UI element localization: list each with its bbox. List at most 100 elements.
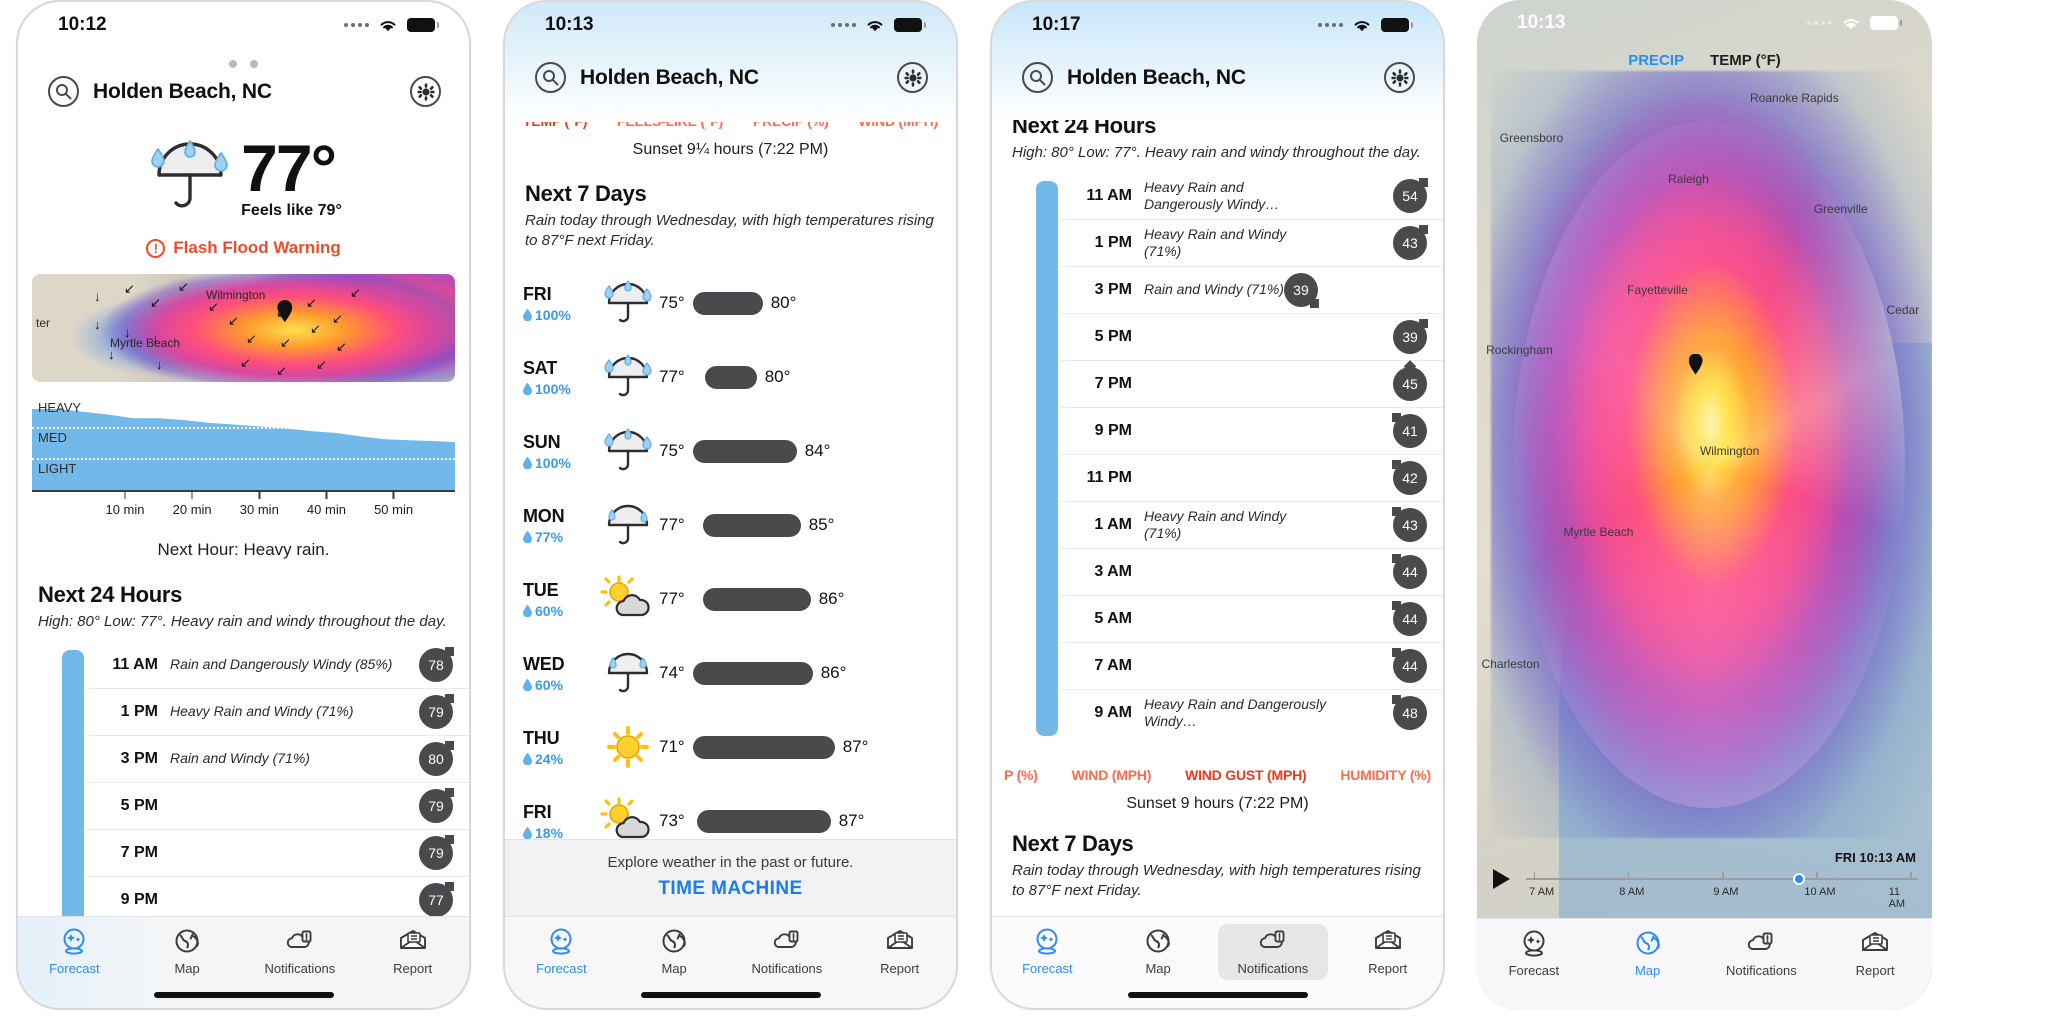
next-7-summary: Rain today through Wednesday, with high …	[1012, 862, 1421, 899]
current-temp-block: 77° Feels like 79°	[241, 135, 342, 220]
table-row[interactable]: 11 AM Rain and Dangerously Windy (85%) 7…	[86, 642, 469, 689]
high-temp: 80°	[764, 367, 791, 386]
battery-icon	[1381, 18, 1413, 32]
list-item[interactable]: THU 24% 71° 87°	[523, 710, 938, 784]
hour-value-badge: 39	[1283, 272, 1319, 308]
search-icon[interactable]	[535, 62, 566, 93]
layer-tab-precip[interactable]: PRECIP	[1628, 52, 1684, 69]
temp-range-bar: 74° 86°	[659, 661, 938, 685]
metric-tab-precip[interactable]: P (%)	[1004, 767, 1038, 783]
water-drop-icon	[523, 605, 532, 617]
hour-desc: Heavy Rain and Windy (71%)	[1144, 225, 1287, 259]
hour-value-badge: 80	[419, 740, 454, 776]
hour-value-badge: 45	[1393, 366, 1427, 401]
tab-notifications[interactable]: Notifications	[731, 926, 844, 976]
time-machine-text: Explore weather in the past or future.	[607, 854, 854, 871]
water-drop-icon	[523, 679, 532, 691]
layer-tab-temp[interactable]: TEMP (°F)	[1710, 52, 1781, 69]
high-temp: 87°	[838, 811, 865, 830]
table-row[interactable]: 5 PM 39	[1060, 314, 1443, 361]
x-tick: 20 min	[173, 492, 212, 519]
search-icon[interactable]	[1022, 62, 1053, 93]
weather-alert-banner[interactable]: ! Flash Flood Warning	[18, 222, 469, 268]
table-row[interactable]: 9 AM Heavy Rain and Dangerously Windy… 4…	[1060, 690, 1443, 736]
page-indicator-dots[interactable]	[18, 48, 469, 68]
search-header-2: Holden Beach, NC	[505, 48, 956, 107]
tab-report[interactable]: Report	[356, 926, 469, 976]
tab-forecast[interactable]: Forecast	[992, 926, 1103, 976]
list-item[interactable]: MON 77% 77° 85°	[523, 488, 938, 562]
play-icon[interactable]	[1493, 869, 1510, 889]
table-row[interactable]: 7 PM 79	[86, 830, 469, 877]
status-indicators	[344, 18, 439, 33]
table-row[interactable]: 7 AM 44	[1060, 643, 1443, 690]
list-item[interactable]: TUE 60% 77° 86°	[523, 562, 938, 636]
tab-label: Report	[393, 961, 433, 976]
status-bar-2: 10:13	[505, 2, 956, 48]
tab-label: Notifications	[264, 961, 336, 976]
tab-report[interactable]: Report	[1818, 928, 1932, 978]
table-row[interactable]: 3 AM 44	[1060, 549, 1443, 596]
next-24-summary: High: 80° Low: 77°. Heavy rain and windy…	[38, 613, 447, 630]
home-indicator[interactable]	[153, 992, 334, 998]
home-indicator[interactable]	[1127, 992, 1308, 998]
hour-value-badge: 44	[1392, 600, 1427, 636]
timeline-tick	[1533, 872, 1536, 880]
gear-icon[interactable]	[410, 76, 441, 107]
home-indicator[interactable]	[640, 992, 821, 998]
metric-tab-humidity[interactable]: HUMIDITY (%)	[1340, 767, 1431, 783]
gear-icon[interactable]	[1384, 62, 1415, 93]
tab-forecast[interactable]: Forecast	[505, 926, 618, 976]
table-row[interactable]: 11 PM 42	[1060, 455, 1443, 502]
tab-map[interactable]: Map	[618, 926, 731, 976]
table-row[interactable]: 9 PM 41	[1060, 408, 1443, 455]
tab-report[interactable]: Report	[1332, 926, 1443, 976]
list-item[interactable]: FRI 100% 75° 80°	[523, 266, 938, 340]
metric-tab-wind-gust[interactable]: WIND GUST (MPH)	[1185, 767, 1307, 783]
wind-arrows: ↓ ↙ ↙ ↙ ↙ ↓ ↓ ↓ ↓ ↓ ↙ ↙ ↙ ↙ ↙ ↙ ↙ ↙ ↙ ↙ ↙ ↙	[94, 279, 361, 378]
status-bar-4: 10:13	[1477, 0, 1932, 46]
table-row[interactable]: 1 PM Heavy Rain and Windy (71%) 43	[1060, 220, 1443, 267]
tab-notifications[interactable]: Notifications	[244, 926, 357, 976]
time-machine-link[interactable]: TIME MACHINE	[505, 871, 956, 900]
tab-map[interactable]: Map	[1591, 928, 1705, 978]
low-temp: 75°	[659, 441, 685, 460]
time-machine-panel[interactable]: Explore weather in the past or future. T…	[505, 839, 956, 916]
location-name[interactable]: Holden Beach, NC	[580, 66, 759, 90]
table-row[interactable]: 1 PM Heavy Rain and Windy (71%) 79	[86, 689, 469, 736]
status-indicators	[831, 18, 926, 33]
table-row[interactable]: 3 PM Rain and Windy (71%) 80	[86, 736, 469, 783]
map-label: Rockingham	[1486, 343, 1553, 358]
tab-map[interactable]: Map	[131, 926, 244, 976]
temp-range-bar: 75° 80°	[659, 291, 938, 315]
tab-notifications[interactable]: Notifications	[1705, 928, 1819, 978]
table-row[interactable]: 3 PM Rain and Windy (71%) 39	[1060, 267, 1443, 314]
precip-area-fill	[32, 409, 455, 490]
radar-preview-map[interactable]: ter Wilmington Myrtle Beach ↓ ↙ ↙ ↙ ↙ ↓ ↓ ↓ …	[32, 274, 455, 382]
list-item[interactable]: SUN 100% 75° 84°	[523, 414, 938, 488]
gear-icon[interactable]	[897, 62, 928, 93]
timeline-track[interactable]: FRI 10:13 AM 7 AM 8 AM 9 AM 10 AM 11 AM	[1526, 850, 1918, 910]
timeline-knob[interactable]	[1792, 873, 1805, 885]
search-icon[interactable]	[48, 76, 79, 107]
table-row[interactable]: 5 AM 44	[1060, 596, 1443, 643]
tab-forecast[interactable]: Forecast	[1477, 928, 1591, 978]
wifi-icon	[1841, 16, 1861, 31]
table-row[interactable]: 7 PM 45	[1060, 361, 1443, 408]
precip-probability: 77%	[523, 529, 597, 545]
day-block: SUN 100%	[523, 432, 597, 471]
location-name[interactable]: Holden Beach, NC	[93, 80, 272, 104]
table-row[interactable]: 1 AM Heavy Rain and Windy (71%) 43	[1060, 502, 1443, 549]
metric-tab-wind[interactable]: WIND (MPH)	[1072, 767, 1152, 783]
list-item[interactable]: WED 60% 74° 86°	[523, 636, 938, 710]
hour-value-badge: 54	[1393, 177, 1428, 213]
tab-map[interactable]: Map	[1103, 926, 1214, 976]
tab-report[interactable]: Report	[843, 926, 956, 976]
timeline-tick	[1722, 872, 1724, 880]
list-item[interactable]: SAT 100% 77° 80°	[523, 340, 938, 414]
tab-notifications[interactable]: Notifications	[1217, 924, 1329, 980]
tab-forecast[interactable]: Forecast	[18, 926, 131, 976]
table-row[interactable]: 11 AM Heavy Rain and Dangerously Windy… …	[1060, 173, 1443, 220]
table-row[interactable]: 5 PM 79	[86, 783, 469, 830]
location-name[interactable]: Holden Beach, NC	[1067, 66, 1246, 90]
